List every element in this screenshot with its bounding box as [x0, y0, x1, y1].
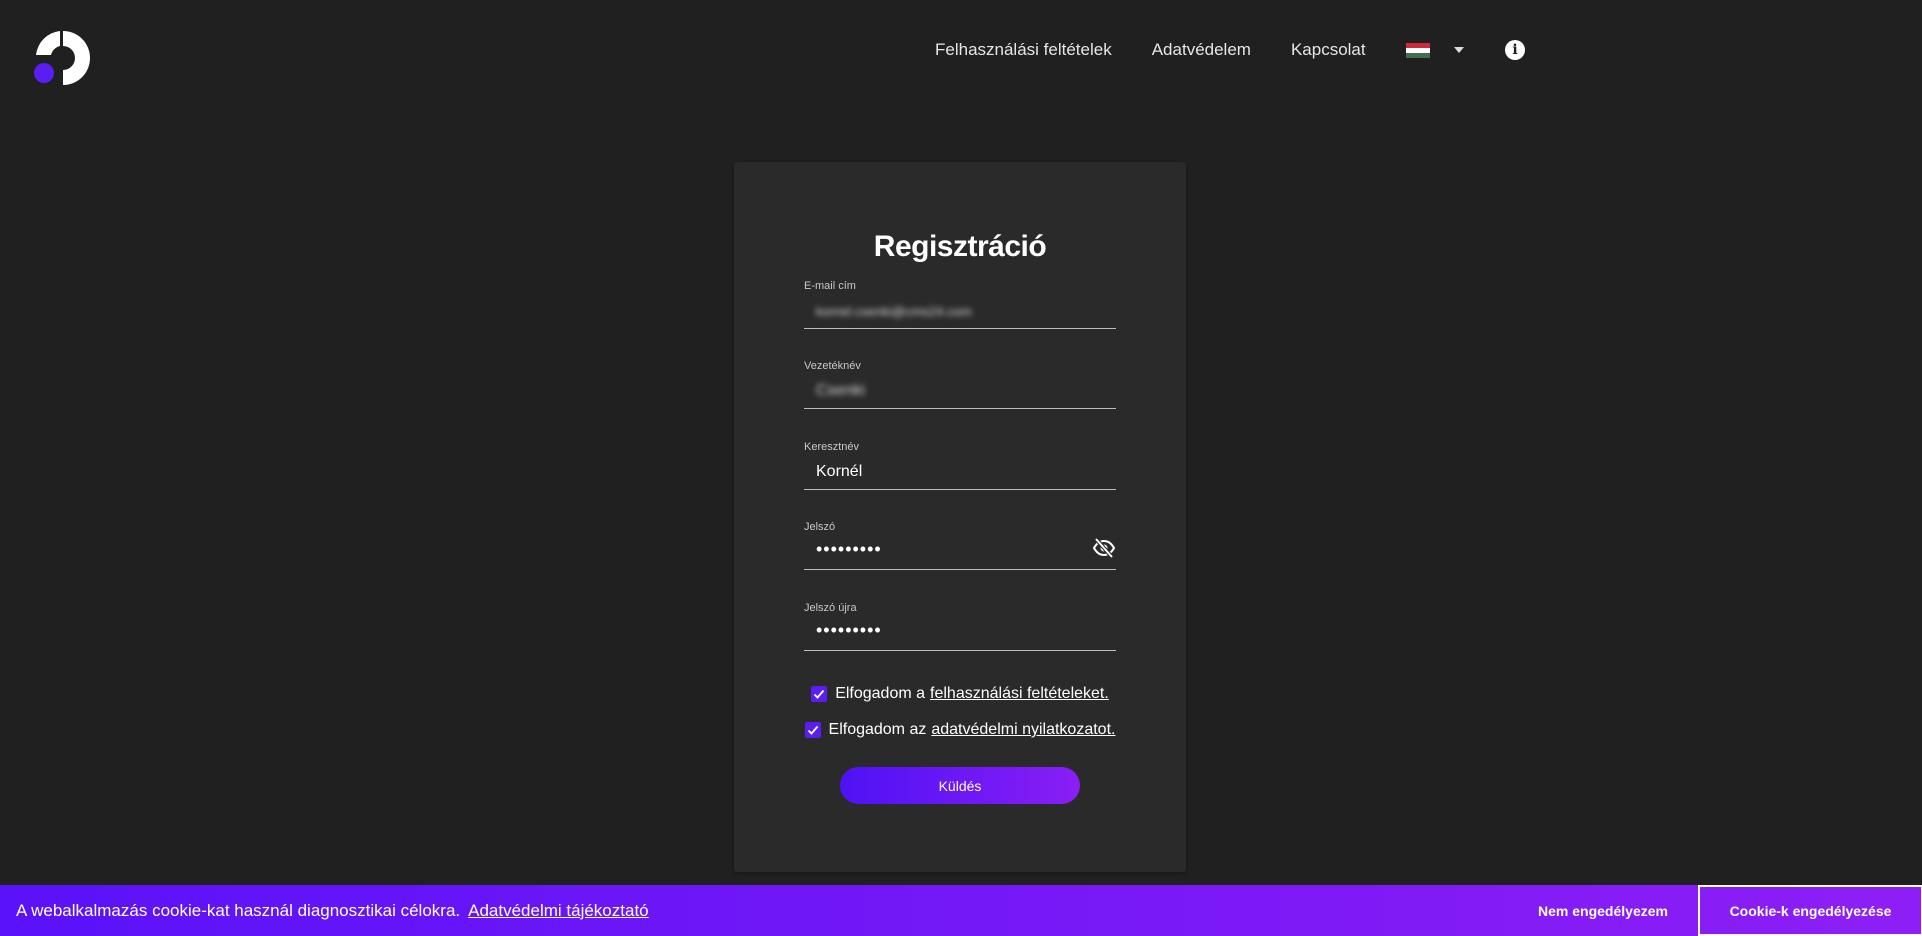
- submit-button[interactable]: Küldés: [840, 767, 1080, 804]
- checkmark-icon: [807, 725, 818, 735]
- privacy-checkbox[interactable]: [804, 722, 821, 738]
- terms-checkbox[interactable]: [811, 686, 828, 702]
- password-value: •••••••••: [816, 539, 882, 559]
- password-again-value: •••••••••: [816, 620, 882, 640]
- terms-link[interactable]: felhasználási feltételeket.: [930, 685, 1109, 703]
- eye-off-icon[interactable]: [1092, 536, 1116, 560]
- info-icon[interactable]: i: [1505, 40, 1525, 60]
- cookie-banner: A webalkalmazás cookie-kat használ diagn…: [0, 885, 1922, 936]
- firstname-value: Kornél: [816, 463, 863, 480]
- nav-privacy-link[interactable]: Adatvédelem: [1152, 40, 1251, 60]
- privacy-text: Elfogadom az: [828, 721, 927, 738]
- hungarian-flag-icon: [1405, 42, 1430, 58]
- password-again-field[interactable]: Jelszó újra •••••••••: [804, 602, 1116, 651]
- email-field[interactable]: E-mail cím kornel.csenki@cms24.com: [804, 280, 1116, 329]
- firstname-label: Keresztnév: [804, 441, 860, 453]
- registration-card: Regisztráció E-mail cím kornel.csenki@cm…: [734, 162, 1186, 872]
- cookie-message: A webalkalmazás cookie-kat használ diagn…: [16, 900, 461, 920]
- cookie-deny-button[interactable]: Nem engedélyezem: [1510, 885, 1696, 936]
- password-again-label: Jelszó újra: [804, 602, 857, 614]
- chevron-down-icon: [1453, 47, 1464, 53]
- lastname-value: Csenki: [816, 382, 865, 399]
- brand-logo[interactable]: [32, 27, 94, 89]
- checkmark-icon: [814, 689, 825, 699]
- privacy-link[interactable]: adatvédelmi nyilatkozatot.: [931, 721, 1115, 739]
- firstname-field[interactable]: Keresztnév Kornél: [804, 441, 1116, 490]
- cookie-privacy-link[interactable]: Adatvédelmi tájékoztató: [468, 901, 649, 920]
- email-label: E-mail cím: [804, 280, 856, 292]
- lastname-field[interactable]: Vezetéknév Csenki: [804, 360, 1116, 409]
- terms-text: Elfogadom a: [835, 685, 926, 702]
- password-label: Jelszó: [804, 521, 836, 533]
- nav-terms-link[interactable]: Felhasználási feltételek: [935, 40, 1112, 60]
- terms-checkbox-row: Elfogadom a felhasználási feltételeket.: [734, 685, 1186, 703]
- top-navigation: Felhasználási feltételek Adatvédelem Kap…: [935, 38, 1464, 62]
- privacy-checkbox-row: Elfogadom az adatvédelmi nyilatkozatot.: [734, 721, 1186, 739]
- email-value: kornel.csenki@cms24.com: [816, 304, 972, 319]
- page-title: Regisztráció: [873, 230, 1047, 263]
- cookie-message-wrap: A webalkalmazás cookie-kat használ diagn…: [16, 901, 649, 921]
- nav-contact-link[interactable]: Kapcsolat: [1291, 40, 1366, 60]
- language-selector[interactable]: [1405, 42, 1464, 58]
- cookie-allow-button[interactable]: Cookie-k engedélyezése: [1698, 885, 1922, 936]
- lastname-label: Vezetéknév: [804, 360, 861, 372]
- password-field[interactable]: Jelszó •••••••••: [804, 521, 1116, 570]
